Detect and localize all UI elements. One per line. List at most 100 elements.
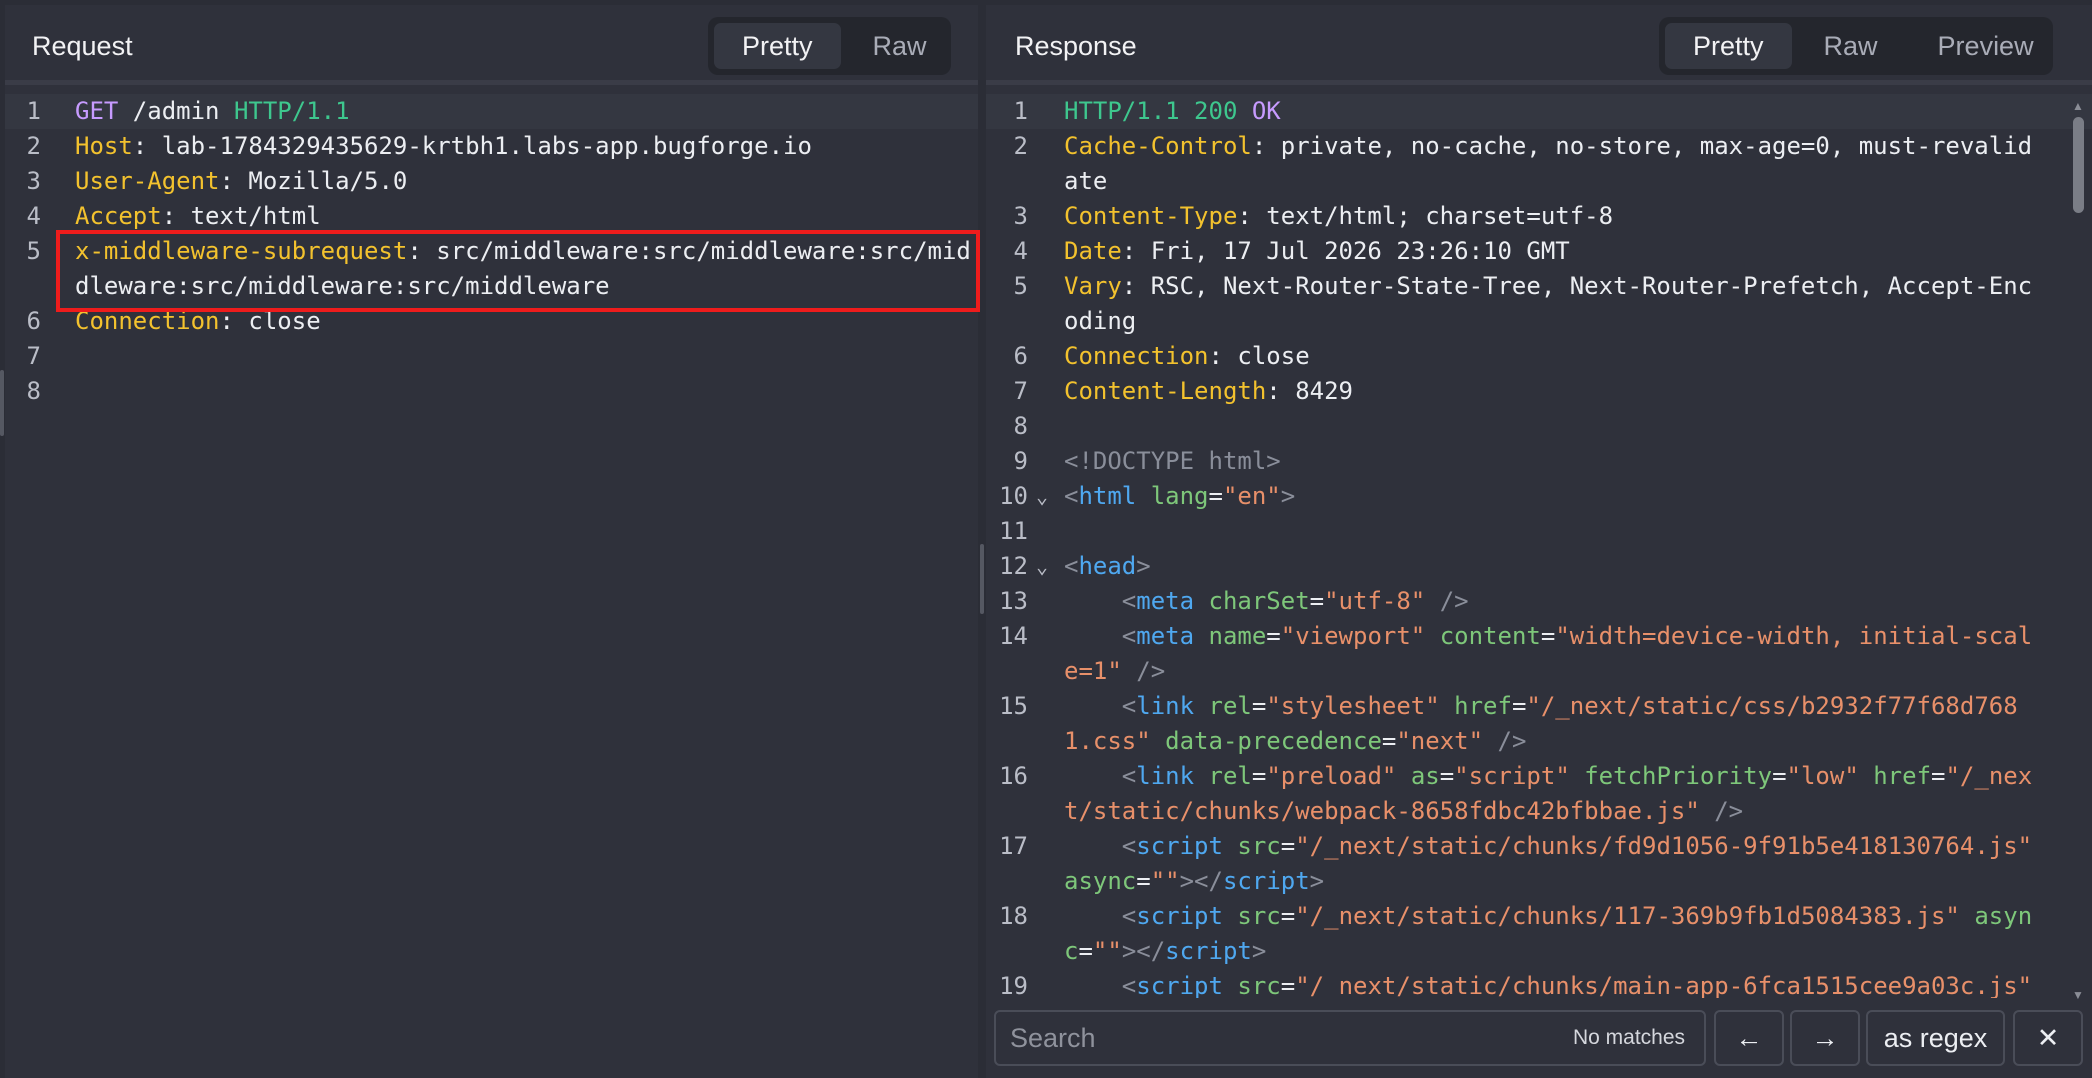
line-number: 2 <box>1013 132 1028 160</box>
line-code: <link rel="stylesheet" href="/_next/stat… <box>1064 692 2018 755</box>
line-number: 7 <box>1013 377 1028 405</box>
line-code: User-Agent: Mozilla/5.0 <box>75 167 408 195</box>
response-line[interactable]: 10 ⌄ <html lang="en"> <box>986 479 2092 514</box>
search-close-button[interactable]: ✕ <box>2013 1010 2083 1066</box>
panel-divider-handle[interactable] <box>980 544 984 614</box>
request-line[interactable]: 3 User-Agent: Mozilla/5.0 <box>5 164 978 199</box>
line-number: 1 <box>1013 97 1028 125</box>
line-number: 13 <box>999 587 1028 615</box>
request-editor[interactable]: 1 GET /admin HTTP/1.1 2 Host: lab-178432943… <box>5 94 978 1078</box>
response-line[interactable]: 6 Connection: close <box>986 339 2092 374</box>
line-code: <html lang="en"> <box>1064 482 1296 510</box>
arrow-left-icon: ← <box>1735 1023 1763 1053</box>
left-resize-handle[interactable] <box>0 370 4 436</box>
request-line[interactable]: 1 GET /admin HTTP/1.1 <box>5 94 978 129</box>
response-line[interactable]: 8 <box>986 409 2092 444</box>
response-line[interactable]: 16 <link rel="preload" as="script" fetch… <box>986 759 2092 829</box>
line-code: <meta charSet="utf-8" /> <box>1121 587 1469 615</box>
request-line[interactable]: 8 <box>5 374 978 409</box>
response-panel: Response Pretty Raw Preview 1 HTTP/1.1 20… <box>986 5 2092 1078</box>
response-line[interactable]: 5 Vary: RSC, Next-Router-State-Tree, Next… <box>986 269 2092 339</box>
line-number: 18 <box>999 902 1028 930</box>
line-number: 2 <box>26 132 41 160</box>
line-number: 5 <box>26 237 41 265</box>
response-line[interactable]: 19 <script src="/_next/static/chunks/mai… <box>986 969 2092 998</box>
arrow-right-icon: → <box>1811 1023 1839 1053</box>
response-line[interactable]: 12 ⌄ <head> <box>986 549 2092 584</box>
line-code: Vary: RSC, Next-Router-State-Tree, Next-… <box>1064 272 2033 335</box>
response-line[interactable]: 18 <script src="/_next/static/chunks/117… <box>986 899 2092 969</box>
line-code: Content-Type: text/html; charset=utf-8 <box>1064 202 1614 230</box>
line-number: 4 <box>26 202 41 230</box>
line-number: 12 <box>999 552 1028 580</box>
line-number: 4 <box>1013 237 1028 265</box>
response-line[interactable]: 3 Content-Type: text/html; charset=utf-8 <box>986 199 2092 234</box>
response-tab-raw[interactable]: Raw <box>1796 23 1906 69</box>
line-code: GET /admin HTTP/1.1 <box>75 97 350 125</box>
line-code: <link rel="preload" as="script" fetchPri… <box>1064 762 2033 825</box>
line-number: 14 <box>999 622 1028 650</box>
response-line[interactable]: 13 <meta charSet="utf-8" /> <box>986 584 2092 619</box>
line-number: 10 <box>999 482 1028 510</box>
line-number: 19 <box>999 972 1028 998</box>
search-next-button[interactable]: → <box>1790 1010 1860 1066</box>
response-tab-pretty[interactable]: Pretty <box>1665 23 1792 69</box>
line-number: 3 <box>26 167 41 195</box>
line-number: 11 <box>999 517 1028 545</box>
response-line[interactable]: 9 <!DOCTYPE html> <box>986 444 2092 479</box>
line-code: Date: Fri, 17 Jul 2026 23:26:10 GMT <box>1064 237 1570 265</box>
request-line[interactable]: 7 <box>5 339 978 374</box>
line-code: Content-Length: 8429 <box>1064 377 1353 405</box>
response-line[interactable]: 2 Cache-Control: private, no-cache, no-st… <box>986 129 2092 199</box>
line-code: <meta name="viewport" content="width=dev… <box>1064 622 2033 685</box>
line-code: <script src="/_next/static/chunks/main-a… <box>1121 972 2033 998</box>
request-tab-raw[interactable]: Raw <box>845 23 955 69</box>
line-code: <!DOCTYPE html> <box>1064 447 1281 475</box>
line-number: 5 <box>1013 272 1028 300</box>
close-icon: ✕ <box>2036 1023 2060 1053</box>
search-bar: No matches ← → as regex ✕ <box>986 1000 2092 1078</box>
request-title: Request <box>32 31 133 61</box>
request-line[interactable]: 5 x-middleware-subrequest: src/middleware… <box>5 234 978 304</box>
regex-toggle-button[interactable]: as regex <box>1866 1010 2005 1066</box>
response-line[interactable]: 11 <box>986 514 2092 549</box>
response-line[interactable]: 17 <script src="/_next/static/chunks/fd9… <box>986 829 2092 899</box>
request-line[interactable]: 4 Accept: text/html <box>5 199 978 234</box>
line-number: 8 <box>1013 412 1028 440</box>
response-title: Response <box>1015 31 1137 61</box>
line-code: Host: lab-1784329435629-krtbh1.labs-app.… <box>75 132 812 160</box>
response-scrollbar[interactable] <box>2073 117 2084 213</box>
line-code: <script src="/_next/static/chunks/117-36… <box>1064 902 2033 965</box>
response-tab-preview[interactable]: Preview <box>1910 23 2062 69</box>
line-number: 7 <box>26 342 41 370</box>
line-number: 9 <box>1013 447 1028 475</box>
response-line[interactable]: 7 Content-Length: 8429 <box>986 374 2092 409</box>
response-line[interactable]: 1 HTTP/1.1 200 OK <box>986 94 2092 129</box>
request-line[interactable]: 6 Connection: close <box>5 304 978 339</box>
request-line[interactable]: 2 Host: lab-1784329435629-krtbh1.labs-app… <box>5 129 978 164</box>
response-line[interactable]: 14 <meta name="viewport" content="width=… <box>986 619 2092 689</box>
fold-chevron-icon[interactable]: ⌄ <box>1036 479 1052 514</box>
response-header: Response Pretty Raw Preview <box>986 5 2092 85</box>
line-code: <head> <box>1064 552 1151 580</box>
response-editor[interactable]: 1 HTTP/1.1 200 OK 2 Cache-Control: private,… <box>986 94 2092 998</box>
line-code: Accept: text/html <box>75 202 321 230</box>
request-tab-pretty[interactable]: Pretty <box>714 23 841 69</box>
line-number: 6 <box>26 307 41 335</box>
line-number: 6 <box>1013 342 1028 370</box>
response-line[interactable]: 15 <link rel="stylesheet" href="/_next/s… <box>986 689 2092 759</box>
search-prev-button[interactable]: ← <box>1714 1010 1784 1066</box>
line-number: 8 <box>26 377 41 405</box>
line-number: 16 <box>999 762 1028 790</box>
line-code: x-middleware-subrequest: src/middleware:… <box>75 237 971 300</box>
line-number: 17 <box>999 832 1028 860</box>
request-view-toggle: Pretty Raw <box>708 17 951 75</box>
line-number: 3 <box>1013 202 1028 230</box>
response-line[interactable]: 4 Date: Fri, 17 Jul 2026 23:26:10 GMT <box>986 234 2092 269</box>
line-code: HTTP/1.1 200 OK <box>1064 97 1281 125</box>
scroll-up-icon[interactable]: ▲ <box>2072 99 2084 113</box>
line-code: Connection: close <box>1064 342 1310 370</box>
line-number: 15 <box>999 692 1028 720</box>
search-status: No matches <box>1573 1026 1686 1049</box>
fold-chevron-icon[interactable]: ⌄ <box>1036 549 1052 584</box>
